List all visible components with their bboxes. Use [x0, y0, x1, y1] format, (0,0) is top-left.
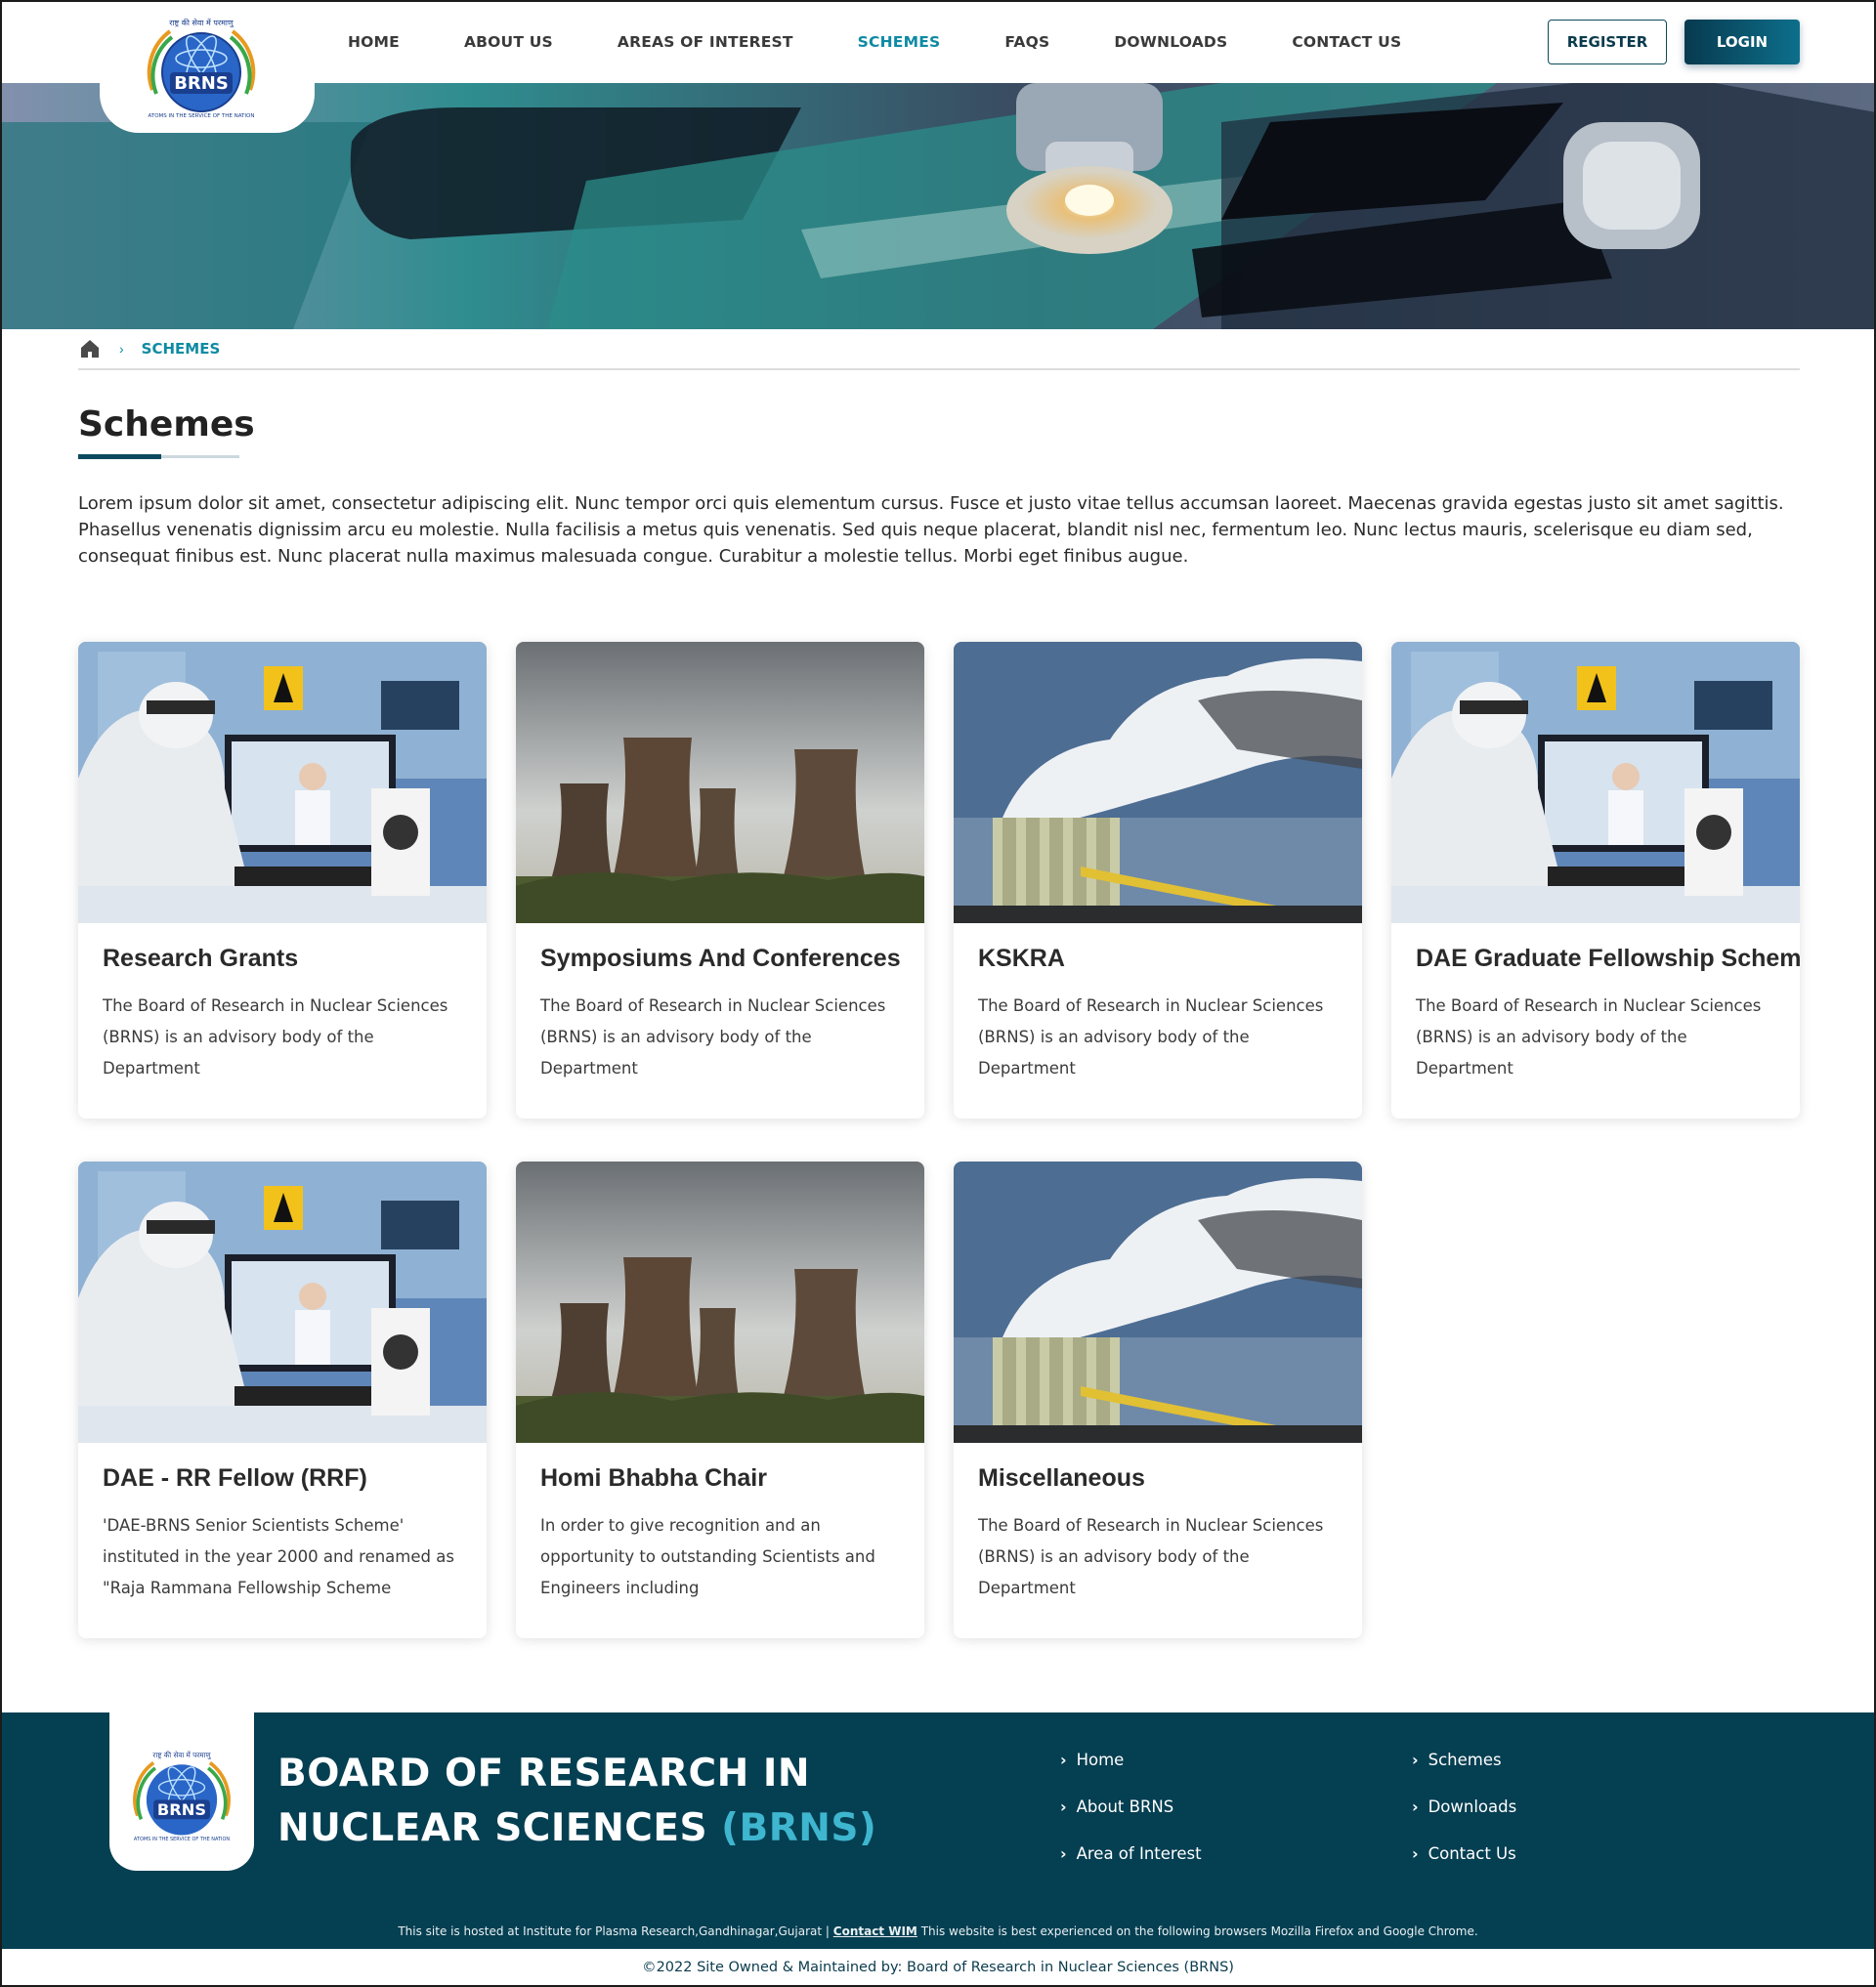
smokestack-image[interactable] [954, 642, 1362, 923]
login-button[interactable]: LOGIN [1684, 20, 1800, 64]
scheme-card-title[interactable]: Homi Bhabha Chair [540, 1464, 921, 1493]
footer-org-abbr: (BRNS) [721, 1806, 877, 1850]
scheme-card-description: In order to give recognition and an oppo… [540, 1516, 875, 1597]
scheme-card-title[interactable]: DAE Graduate Fellowship Scheme [1416, 945, 1800, 973]
contact-wim-link[interactable]: Contact WIM [833, 1924, 917, 1938]
chevron-right-icon: › [1412, 1844, 1419, 1863]
brns-emblem-icon: BRNS राष्ट्र की सेवा में परमाणु ATOMS IN… [133, 1751, 231, 1842]
brns-emblem-icon: BRNS राष्ट्र की सेवा में परमाणु ATOMS IN… [147, 18, 256, 119]
footer-logo[interactable]: BRNS राष्ट्र की सेवा में परमाणु ATOMS IN… [109, 1712, 254, 1871]
register-button[interactable]: REGISTER [1548, 20, 1667, 64]
scheme-card-title[interactable]: KSKRA [978, 945, 1359, 973]
scheme-card[interactable]: KSKRA The Board of Research in Nuclear Sc… [954, 642, 1362, 1119]
footer-link-area-of-interest[interactable]: › Area of Interest [1060, 1844, 1202, 1863]
svg-text:राष्ट्र की सेवा में परमाणु: राष्ट्र की सेवा में परमाणु [169, 18, 234, 28]
home-icon[interactable] [78, 337, 102, 360]
scheme-card[interactable]: Miscellaneous The Board of Research in Nu… [954, 1162, 1362, 1638]
nav-home[interactable]: HOME [348, 33, 400, 51]
main-nav: HOME ABOUT US AREAS OF INTEREST SCHEMES … [348, 0, 1466, 83]
intro-text: Lorem ipsum dolor sit amet, consectetur … [78, 493, 1784, 567]
nav-about-us[interactable]: ABOUT US [464, 33, 553, 51]
scheme-card[interactable]: Research Grants The Board of Research in … [78, 642, 487, 1119]
scheme-card-title[interactable]: Miscellaneous [978, 1464, 1359, 1493]
lab-scientist-image[interactable] [78, 1162, 487, 1443]
breadcrumb: › SCHEMES [78, 329, 1800, 370]
page-title: Schemes [78, 404, 255, 444]
nav-areas-of-interest[interactable]: AREAS OF INTEREST [618, 33, 793, 51]
svg-text:ATOMS IN THE SERVICE OF THE NA: ATOMS IN THE SERVICE OF THE NATION [134, 1837, 230, 1842]
footer-org-line1: BOARD OF RESEARCH IN [277, 1752, 810, 1796]
scheme-card[interactable]: DAE Graduate Fellowship Scheme The Board … [1391, 642, 1800, 1119]
scheme-card-description: The Board of Research in Nuclear Science… [103, 996, 448, 1078]
scheme-card-description: The Board of Research in Nuclear Science… [540, 996, 886, 1078]
footer-link-contact-us[interactable]: › Contact Us [1412, 1844, 1516, 1863]
scheme-card-description: The Board of Research in Nuclear Science… [978, 1516, 1324, 1597]
scheme-card-title[interactable]: Research Grants [103, 945, 484, 973]
scheme-card-description: 'DAE-BRNS Senior Scientists Scheme' inst… [103, 1516, 454, 1597]
scheme-card[interactable]: Homi Bhabha Chair In order to give recogn… [516, 1162, 924, 1638]
footer-link-home[interactable]: › Home [1060, 1751, 1124, 1769]
scheme-card-description: The Board of Research in Nuclear Science… [978, 996, 1324, 1078]
scheme-card[interactable]: DAE - RR Fellow (RRF) 'DAE-BRNS Senior Sc… [78, 1162, 487, 1638]
lab-scientist-image[interactable] [78, 642, 487, 923]
svg-text:BRNS: BRNS [174, 73, 229, 94]
scheme-card-title[interactable]: Symposiums And Conferences [540, 945, 921, 973]
footer-link-about-brns[interactable]: › About BRNS [1060, 1797, 1173, 1816]
svg-text:BRNS: BRNS [157, 1800, 206, 1819]
title-underline [78, 454, 239, 459]
footer-hosting-note: This site is hosted at Institute for Pla… [398, 1924, 1478, 1938]
smokestack-image[interactable] [954, 1162, 1362, 1443]
chevron-right-icon: › [1412, 1797, 1419, 1816]
chevron-right-icon: › [1060, 1797, 1067, 1816]
nav-faqs[interactable]: FAQS [1004, 33, 1049, 51]
nav-downloads[interactable]: DOWNLOADS [1114, 33, 1227, 51]
chevron-right-icon: › [119, 341, 124, 357]
brns-logo[interactable]: BRNS राष्ट्र की सेवा में परमाणु ATOMS IN… [100, 0, 315, 133]
lab-scientist-image[interactable] [1391, 642, 1800, 923]
footer-org-line2: NUCLEAR SCIENCES (BRNS) [277, 1806, 877, 1850]
cooling-towers-image[interactable] [516, 1162, 924, 1443]
scheme-card[interactable]: Symposiums And Conferences The Board of R… [516, 642, 924, 1119]
footer-org-name: BOARD OF RESEARCH IN NUCLEAR SCIENCES (B… [277, 1747, 876, 1856]
svg-text:राष्ट्र की सेवा में परमाणु: राष्ट्र की सेवा में परमाणु [152, 1751, 211, 1759]
nav-schemes[interactable]: SCHEMES [858, 33, 941, 51]
footer-link-downloads[interactable]: › Downloads [1412, 1797, 1516, 1816]
scheme-card-title[interactable]: DAE - RR Fellow (RRF) [103, 1464, 484, 1493]
chevron-right-icon: › [1412, 1751, 1419, 1769]
svg-text:ATOMS IN THE SERVICE OF THE NA: ATOMS IN THE SERVICE OF THE NATION [149, 113, 255, 119]
chevron-right-icon: › [1060, 1751, 1067, 1769]
cooling-towers-image[interactable] [516, 642, 924, 923]
chevron-right-icon: › [1060, 1844, 1067, 1863]
breadcrumb-current: SCHEMES [141, 340, 221, 358]
nav-contact-us[interactable]: CONTACT US [1292, 33, 1401, 51]
footer-link-schemes[interactable]: › Schemes [1412, 1751, 1502, 1769]
scheme-card-description: The Board of Research in Nuclear Science… [1416, 996, 1762, 1078]
copyright-bar: ©2022 Site Owned & Maintained by: Board … [0, 1949, 1876, 1987]
